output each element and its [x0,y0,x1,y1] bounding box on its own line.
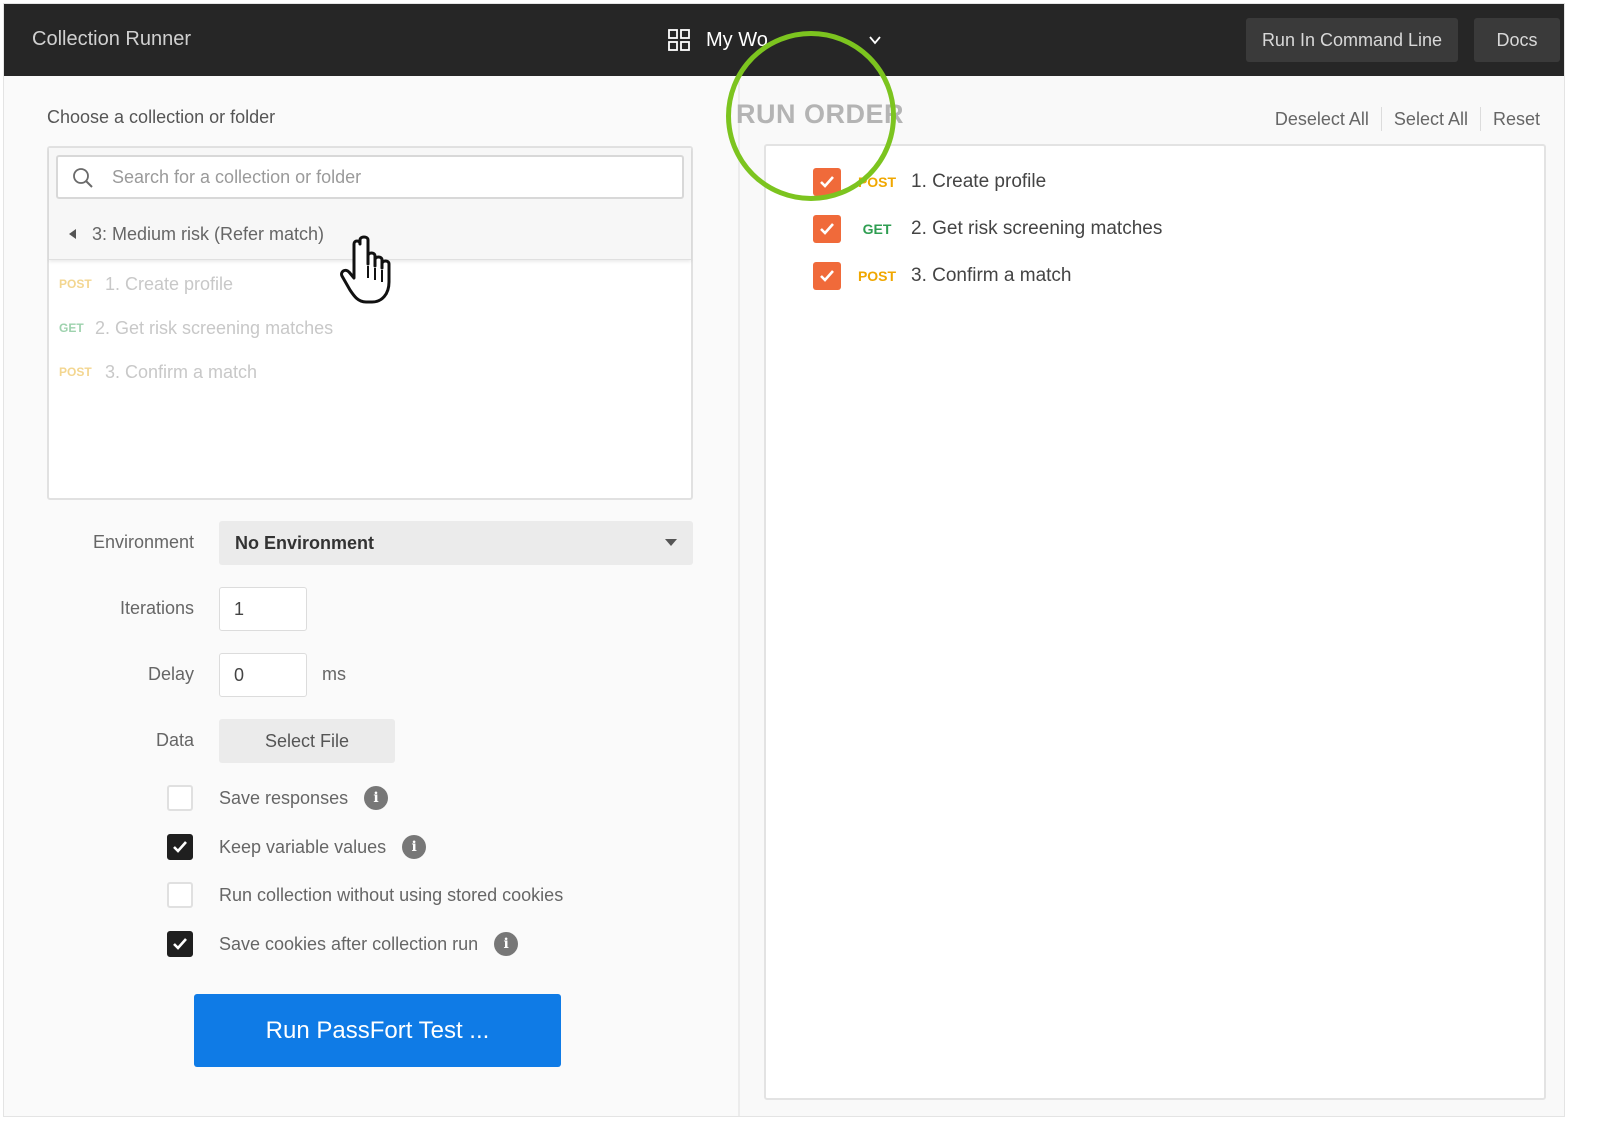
data-label: Data [155,730,194,750]
environment-value: No Environment [235,533,375,553]
collection-picker: 3: Medium risk (Refer match) POST 1. Cre… [47,146,693,500]
select-file-button[interactable]: Select File [219,719,395,763]
request-name: 1. Create profile [105,273,234,294]
order-item[interactable]: POST 3. Confirm a match [813,262,1072,290]
checkmark-icon [820,270,834,282]
grid-icon [668,29,690,51]
select-all-link[interactable]: Select All [1394,109,1468,130]
choose-collection-label: Choose a collection or folder [47,107,276,127]
checkmark-icon [173,938,187,950]
delay-label: Delay [147,664,194,684]
request-name: 3. Confirm a match [105,361,258,382]
request-item[interactable]: GET 2. Get risk screening matches [59,317,333,339]
method-badge: POST [59,277,92,291]
request-item[interactable]: POST 1. Create profile [59,273,233,295]
run-collection-button[interactable]: Run PassFort Test ... [194,994,561,1067]
folder-item[interactable]: 3: Medium risk (Refer match) [69,222,324,246]
iterations-label: Iterations [119,598,194,618]
checkbox[interactable] [813,262,841,290]
collection-runner-window: Collection Runner My Wo Run In Command L… [3,3,1565,1117]
checkmark-icon [820,223,834,235]
option-save-cookies[interactable]: Save cookies after collection run i [167,930,519,958]
checkbox[interactable] [813,215,841,243]
request-item[interactable]: POST 3. Confirm a match [59,361,257,383]
checkbox[interactable] [167,931,193,957]
option-label: Run collection without using stored cook… [219,884,564,905]
checkbox[interactable] [167,882,193,908]
option-label: Save cookies after collection run [219,933,479,954]
delay-input[interactable]: 0 [219,653,307,697]
order-item-name: 1. Create profile [911,171,1047,192]
chevron-down-icon [869,36,881,45]
option-save-responses[interactable]: Save responses i [167,784,389,812]
checkmark-icon [173,841,187,853]
search-icon [73,168,93,188]
info-icon[interactable]: i [364,786,389,810]
option-label: Save responses [219,787,349,808]
folder-name: 3: Medium risk (Refer match) [92,223,325,244]
environment-select[interactable]: No Environment [219,521,693,565]
docs-button[interactable]: Docs [1474,18,1560,62]
method-badge: GET [862,221,892,237]
method-badge: GET [59,321,84,335]
option-run-without-cookies[interactable]: Run collection without using stored cook… [167,881,563,909]
run-in-command-line-button[interactable]: Run In Command Line [1246,18,1458,62]
info-icon[interactable]: i [402,835,427,859]
method-badge: POST [857,268,897,284]
dropdown-arrow-icon [665,539,677,546]
separator [1479,107,1481,131]
option-label: Keep variable values [219,836,387,857]
app-title: Collection Runner [32,28,191,50]
order-item-name: 2. Get risk screening matches [911,218,1163,239]
deselect-all-link[interactable]: Deselect All [1275,109,1369,130]
iterations-input[interactable]: 1 [219,587,307,631]
option-keep-variable-values[interactable]: Keep variable values i [167,833,427,861]
highlight-circle [726,31,896,201]
run-order-list: POST 1. Create profile GET 2. Get risk s… [764,144,1546,1100]
request-name: 2. Get risk screening matches [95,317,334,338]
caret-left-icon[interactable] [69,229,76,239]
checkbox[interactable] [167,834,193,860]
search-input[interactable] [110,163,670,191]
environment-label: Environment [92,532,194,552]
search-field[interactable] [56,155,684,199]
checkbox[interactable] [167,785,193,811]
info-icon[interactable]: i [494,932,519,956]
order-item[interactable]: GET 2. Get risk screening matches [813,215,1162,243]
hand-cursor-icon [340,235,391,304]
delay-unit: ms [322,664,346,684]
method-badge: POST [59,365,92,379]
separator [1380,107,1382,131]
reset-link[interactable]: Reset [1493,109,1540,130]
run-order-actions: Deselect All Select All Reset [1275,107,1540,131]
order-item-name: 3. Confirm a match [911,265,1072,286]
